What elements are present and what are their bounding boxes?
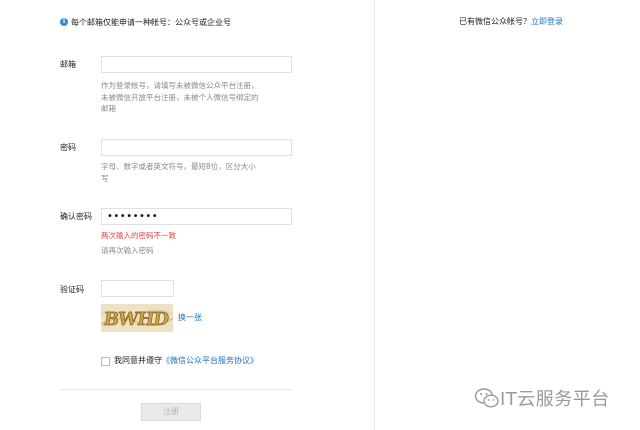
- captcha-graphic: BWHD: [101, 304, 173, 332]
- register-button[interactable]: 注册: [141, 403, 201, 421]
- password-hint-line: 写: [101, 173, 109, 183]
- confirm-password-error: 两次输入的密码不一致: [101, 231, 176, 240]
- notice-text: 每个邮箱仅能申请一种帐号：公众号或企业号: [71, 17, 231, 27]
- confirm-password-field[interactable]: ••••••••: [101, 208, 292, 225]
- agreement-checkbox[interactable]: [101, 357, 110, 366]
- login-hint-text: 已有微信公众帐号？: [459, 17, 531, 26]
- info-icon: i: [60, 18, 68, 26]
- captcha-text: BWHD: [102, 309, 169, 330]
- email-hint-line: 作为登录帐号，请填写未被微信公众平台注册，: [101, 81, 259, 90]
- horizontal-divider: [60, 389, 292, 390]
- email-field[interactable]: [101, 56, 292, 73]
- password-field[interactable]: [101, 139, 292, 156]
- email-hint-line: 未被微信开放平台注册，未被个人微信号绑定的: [101, 92, 259, 102]
- wechat-icon: [474, 388, 499, 408]
- confirm-password-hint: 请再次输入密码: [101, 246, 154, 255]
- captcha-image: BWHD: [101, 304, 173, 332]
- watermark-text: IT云服务平台: [500, 389, 610, 410]
- agreement: 我同意并遵守《微信公众平台服务协议》: [114, 355, 258, 367]
- agreement-prefix: 我同意并遵守: [114, 356, 162, 365]
- password-hint: 字母、数字或者英文符号，最短8位，区分大小 写: [101, 161, 291, 184]
- confirm-password-label: 确认密码: [60, 212, 92, 221]
- vertical-divider: [374, 0, 375, 430]
- captcha-refresh-link[interactable]: 换一张: [178, 312, 202, 324]
- watermark: IT云服务平台: [474, 383, 610, 413]
- login-hint: 已有微信公众帐号？立即登录: [459, 15, 563, 29]
- password-label: 密码: [60, 143, 76, 152]
- captcha-field[interactable]: [101, 280, 174, 297]
- captcha-label: 验证码: [60, 285, 84, 294]
- email-hint: 作为登录帐号，请填写未被微信公众平台注册， 未被微信开放平台注册，未被个人微信号…: [101, 80, 291, 115]
- email-label: 邮箱: [60, 60, 76, 69]
- login-link[interactable]: 立即登录: [531, 17, 563, 26]
- password-hint-line: 字母、数字或者英文符号，最短8位，区分大小: [101, 162, 256, 171]
- email-hint-line: 邮箱: [101, 104, 116, 113]
- agreement-link[interactable]: 《微信公众平台服务协议》: [162, 356, 258, 365]
- notice: i 每个邮箱仅能申请一种帐号：公众号或企业号: [60, 15, 231, 29]
